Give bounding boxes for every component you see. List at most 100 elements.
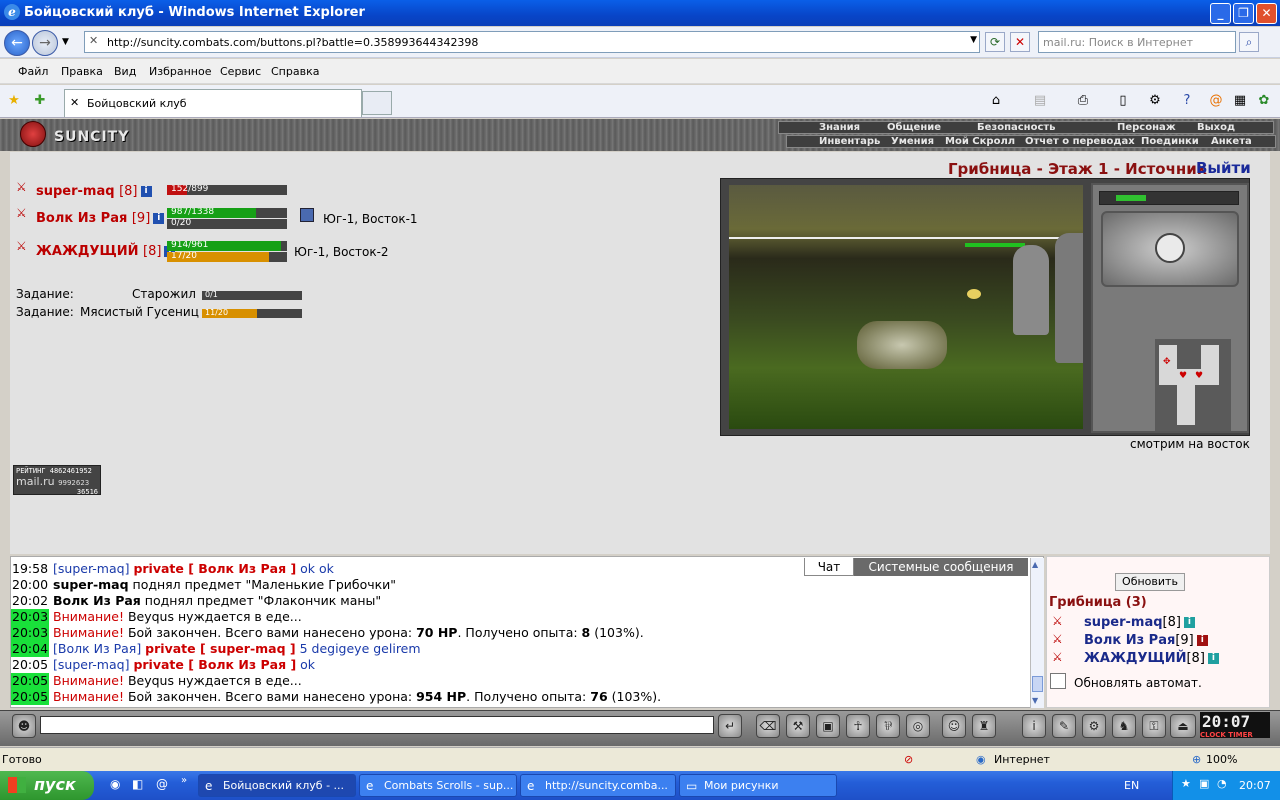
forward-button[interactable]: →	[32, 30, 58, 56]
enemy-figure[interactable]	[1013, 245, 1049, 335]
maximize-button[interactable]: ❐	[1233, 3, 1254, 24]
start-button[interactable]: пуск	[0, 771, 94, 800]
quicklaunch-icon[interactable]: ◉	[110, 777, 120, 791]
private-icon[interactable]: ⅌	[876, 714, 900, 738]
nav-skills[interactable]: Умения	[891, 136, 934, 148]
info-icon[interactable]: i	[153, 213, 165, 224]
chat-log[interactable]: 19:58 [super-maq] private [ Волк Из Рая …	[10, 556, 1044, 708]
nav-transfer-report[interactable]: Отчет о переводах	[1025, 136, 1135, 148]
stop-icon[interactable]: ✕	[1010, 32, 1030, 52]
auto-refresh-checkbox[interactable]	[1050, 673, 1066, 689]
player-name[interactable]: super-maq [8] i	[36, 184, 152, 199]
tab-system-messages[interactable]: Системные сообщения	[854, 558, 1028, 576]
language-indicator[interactable]: EN	[1124, 779, 1139, 792]
tray-volume-icon[interactable]: ◔	[1217, 777, 1227, 790]
lock-tool-icon[interactable]: ⚿	[1142, 714, 1166, 738]
clear-icon[interactable]: ⌫	[756, 714, 780, 738]
info-icon[interactable]: i	[1207, 653, 1219, 664]
nav-exit[interactable]: Выход	[1197, 122, 1235, 134]
smiley-icon[interactable]: ☺	[942, 714, 966, 738]
tab-active[interactable]: ✕ Бойцовский клуб	[64, 89, 362, 117]
movement-control[interactable]	[1101, 211, 1239, 287]
save-icon[interactable]: ▣	[816, 714, 840, 738]
new-tab-button[interactable]	[362, 91, 392, 115]
refresh-room-icon[interactable]	[1155, 233, 1185, 263]
inventory-tool-icon[interactable]: ⚙	[1082, 714, 1106, 738]
menu-help[interactable]: Справка	[271, 65, 319, 78]
back-button[interactable]: ←	[4, 30, 30, 56]
address-dropdown-icon[interactable]: ▼	[970, 35, 977, 45]
mailru-rating-widget[interactable]: РЕЙТИНГ 4862461952 mail.ru 9992623 36516	[13, 465, 101, 496]
quicklaunch-more-icon[interactable]: »	[181, 775, 187, 786]
menu-file[interactable]: Файл	[18, 65, 48, 78]
favorites-star-icon[interactable]: ★	[6, 93, 22, 109]
refresh-button[interactable]: Обновить	[1115, 573, 1185, 591]
chat-private[interactable]: private [ Волк Из Рая ]	[133, 657, 296, 672]
helmet-icon[interactable]: ♜	[972, 714, 996, 738]
scroll-down-icon[interactable]: ▼	[1032, 696, 1038, 705]
info-icon[interactable]: i	[140, 186, 152, 197]
address-bar[interactable]: ✕ http://suncity.combats.com/buttons.pl?b…	[84, 31, 980, 53]
research-icon[interactable]: ▦	[1232, 93, 1248, 109]
scroll-up-icon[interactable]: ▲	[1032, 560, 1038, 569]
nav-communication[interactable]: Общение	[887, 122, 941, 134]
speed-icon[interactable]: ◎	[906, 714, 930, 738]
popup-blocked-icon[interactable]: ⊘	[904, 753, 913, 766]
taskbar-item[interactable]: ▭ Мои рисунки	[679, 774, 837, 797]
menu-view[interactable]: Вид	[114, 65, 136, 78]
scroll-thumb[interactable]	[1032, 676, 1043, 692]
messenger-icon[interactable]: ✿	[1256, 93, 1272, 109]
history-dropdown-icon[interactable]: ▼	[62, 37, 69, 47]
menu-tools[interactable]: Сервис	[220, 65, 261, 78]
mask-tool-icon[interactable]: ♞	[1112, 714, 1136, 738]
info-icon[interactable]: i	[1183, 617, 1195, 628]
creature[interactable]	[857, 321, 947, 369]
refresh-icon[interactable]: ⟳	[985, 32, 1005, 52]
room-member[interactable]: super-maq[8] i	[1084, 615, 1195, 630]
tray-clock[interactable]: 20:07	[1239, 779, 1271, 792]
info-tool-icon[interactable]: i	[1022, 714, 1046, 738]
player-name[interactable]: ЖАЖДУЩИЙ [8] i	[36, 244, 176, 259]
nav-my-scroll[interactable]: Мой Скролл	[945, 136, 1015, 148]
chat-mode-icon[interactable]: ☻	[12, 714, 36, 738]
nav-inventory[interactable]: Инвентарь	[819, 136, 880, 148]
menu-favorites[interactable]: Избранное	[149, 65, 211, 78]
chat-scrollbar[interactable]: ▲ ▼	[1030, 558, 1044, 708]
tab-chat[interactable]: Чат	[804, 558, 854, 576]
exit-tool-icon[interactable]: ⏏	[1170, 714, 1196, 738]
add-favorite-icon[interactable]: ✚	[32, 93, 48, 109]
exit-link[interactable]: Выйти	[1196, 159, 1251, 177]
feeds-icon[interactable]: ▤	[1032, 93, 1048, 109]
tools-gear-icon[interactable]: ⚙	[1147, 93, 1163, 109]
chat-sender[interactable]: Волк Из Рая	[53, 593, 141, 608]
room-member[interactable]: Волк Из Рая[9] i	[1084, 633, 1208, 648]
print-icon[interactable]: ⎙	[1075, 93, 1091, 109]
nav-character[interactable]: Персонаж	[1117, 122, 1176, 134]
nav-security[interactable]: Безопасность	[977, 122, 1056, 134]
mushroom[interactable]	[967, 289, 981, 299]
page-icon[interactable]: ▯	[1115, 93, 1131, 109]
nav-profile[interactable]: Анкета	[1211, 136, 1252, 148]
dungeon-view[interactable]	[729, 185, 1083, 429]
chat-input[interactable]	[40, 716, 714, 734]
tray-star-icon[interactable]: ★	[1181, 777, 1191, 790]
chat-sender[interactable]: [Волк Из Рая]	[53, 641, 145, 656]
info-icon[interactable]: i	[1196, 635, 1208, 646]
zoom-level[interactable]: 100%	[1206, 753, 1237, 766]
tray-network-icon[interactable]: ▣	[1199, 777, 1209, 790]
search-input[interactable]: mail.ru: Поиск в Интернет	[1038, 31, 1236, 53]
mailru-icon[interactable]: @	[1208, 93, 1224, 109]
quicklaunch-icon[interactable]: @	[156, 777, 168, 791]
player-name[interactable]: Волк Из Рая [9] i	[36, 211, 165, 226]
nav-knowledge[interactable]: Знания	[819, 122, 860, 134]
chat-sender[interactable]: [super-maq]	[53, 657, 133, 672]
taskbar-item[interactable]: e Бойцовский клуб - ...	[198, 774, 356, 797]
filter-icon[interactable]: ⚒	[786, 714, 810, 738]
taskbar-item[interactable]: e Combats Scrolls - sup...	[359, 774, 517, 797]
scroll-tool-icon[interactable]: ✎	[1052, 714, 1076, 738]
enemy-figure[interactable]	[1055, 233, 1083, 363]
chat-sender[interactable]: [super-maq]	[53, 561, 133, 576]
room-member[interactable]: ЖАЖДУЩИЙ[8] i	[1084, 651, 1219, 666]
send-icon[interactable]: ↵	[718, 714, 742, 738]
quicklaunch-icon[interactable]: ◧	[132, 777, 143, 791]
